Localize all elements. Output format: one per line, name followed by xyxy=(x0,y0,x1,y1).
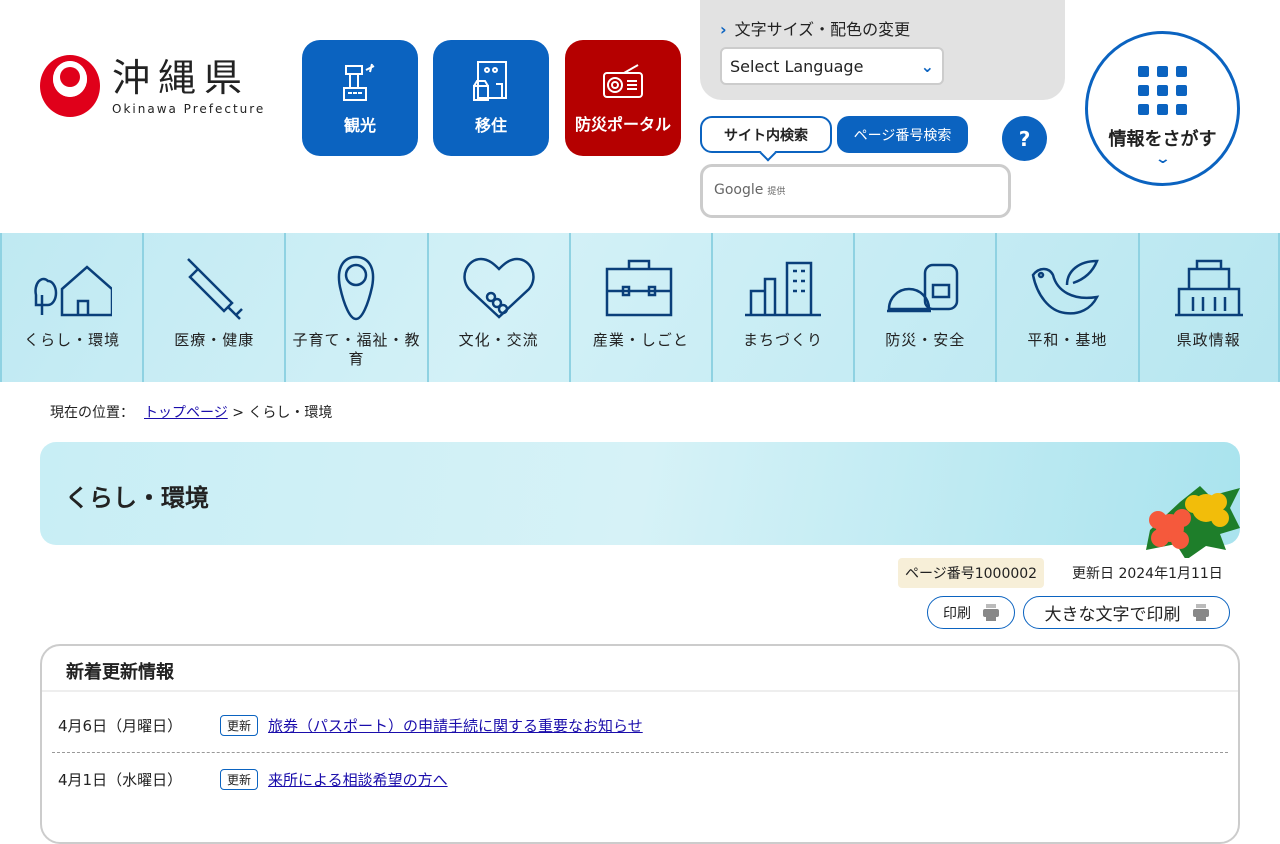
news-item: 4月6日（月曜日） 更新 旅券（パスポート）の申請手続に関する重要なお知らせ xyxy=(52,698,1228,752)
helmet-backpack-icon xyxy=(887,263,959,313)
nav-industry-work[interactable]: 産業・しごと xyxy=(568,233,711,382)
updated-date: 更新日 2024年1月11日 xyxy=(1072,566,1223,582)
breadcrumb-separator: > xyxy=(232,405,244,421)
language-select[interactable]: Select Language ⌄ xyxy=(720,47,944,85)
nav-town-planning[interactable]: まちづくり xyxy=(710,233,853,382)
briefcase-icon xyxy=(605,259,673,317)
update-badge: 更新 xyxy=(220,714,259,736)
news-date: 4月1日（水曜日） xyxy=(58,771,183,789)
nav-label: くらし・環境 xyxy=(24,331,121,349)
news-section: 新着更新情報 4月6日（月曜日） 更新 旅券（パスポート）の申請手続に関する重要なお… xyxy=(40,644,1240,844)
printer-icon xyxy=(983,603,999,622)
nav-living-environment[interactable]: くらし・環境 xyxy=(0,233,142,382)
nav-culture-exchange[interactable]: 文化・交流 xyxy=(426,233,569,382)
logo-subtitle: Okinawa Prefecture xyxy=(112,102,266,116)
nav-peace-bases[interactable]: 平和・基地 xyxy=(995,233,1137,382)
print-large-label: 大きな文字で印刷 xyxy=(1044,605,1181,625)
chevron-down-icon: ⌄ xyxy=(920,56,934,76)
breadcrumb-prefix: 現在の位置： xyxy=(50,405,134,421)
house-building-icon xyxy=(473,61,507,101)
page-title-banner: くらし・環境 xyxy=(40,442,1240,545)
news-item: 4月1日（水曜日） 更新 来所による相談希望の方へ xyxy=(52,752,1228,806)
tourism-label: 観光 xyxy=(343,116,376,135)
find-info-label: 情報をさがす xyxy=(1108,129,1217,150)
relocation-button[interactable]: 移住 xyxy=(433,40,549,156)
update-badge: 更新 xyxy=(220,769,259,790)
disaster-portal-button[interactable]: 防災ポータル xyxy=(565,40,681,156)
tab-page-number-search[interactable]: ページ番号検索 xyxy=(837,116,968,153)
find-info-button[interactable]: 情報をさがす ⌄ xyxy=(1085,31,1240,186)
tab-site-search[interactable]: サイト内検索 xyxy=(700,116,832,153)
handshake-heart-icon xyxy=(463,257,535,319)
nav-label: 平和・基地 xyxy=(1027,331,1108,349)
airport-tower-icon xyxy=(343,63,375,101)
logo-title: 沖縄県 xyxy=(112,56,251,100)
house-tree-icon xyxy=(34,265,113,317)
chevron-down-icon: ⌄ xyxy=(1154,151,1171,167)
language-select-value: Select Language xyxy=(730,56,864,76)
relocation-label: 移住 xyxy=(474,116,507,135)
news-date: 4月6日（月曜日） xyxy=(58,716,183,735)
font-color-settings-link[interactable]: › 文字サイズ・配色の変更 xyxy=(720,16,910,40)
print-label: 印刷 xyxy=(943,605,971,622)
page-title: くらし・環境 xyxy=(65,484,209,512)
breadcrumb-current: くらし・環境 xyxy=(248,405,333,421)
okinawa-emblem-icon xyxy=(40,55,100,117)
dove-icon xyxy=(1032,259,1100,315)
nav-label: まちづくり xyxy=(743,331,824,349)
page-number-badge: ページ番号1000002 xyxy=(898,558,1045,588)
government-building-icon xyxy=(1174,259,1243,317)
nav-medical-health[interactable]: 医療・健康 xyxy=(142,233,284,382)
radio-icon xyxy=(603,64,643,98)
grid-icon xyxy=(1138,66,1187,115)
global-nav: くらし・環境 医療・健康 子育て・福祉・教育 文化・交流 産業・しごと まちづく… xyxy=(0,233,1280,382)
breadcrumb-home-link[interactable]: トップページ xyxy=(144,405,228,421)
breadcrumb: 現在の位置： トップページ > くらし・環境 xyxy=(50,402,332,422)
news-link[interactable]: 旅券（パスポート）の申請手続に関する重要なお知らせ xyxy=(268,715,643,736)
news-link[interactable]: 来所による相談希望の方へ xyxy=(268,769,448,790)
font-color-label: 文字サイズ・配色の変更 xyxy=(734,20,911,39)
site-logo[interactable]: 沖縄県 Okinawa Prefecture xyxy=(40,55,265,117)
printer-icon xyxy=(1192,603,1209,622)
disaster-portal-label: 防災ポータル xyxy=(574,115,671,134)
print-button[interactable]: 印刷 xyxy=(927,596,1015,629)
nav-label: 産業・しごと xyxy=(592,331,689,349)
nav-label: 防災・安全 xyxy=(885,331,966,349)
search-input[interactable]: Google 提供 xyxy=(700,164,1011,218)
provider-suffix: 提供 xyxy=(767,187,786,197)
nav-childcare-welfare-education[interactable]: 子育て・福祉・教育 xyxy=(284,233,426,382)
hibiscus-icon xyxy=(1146,486,1240,558)
google-label: Google xyxy=(714,182,764,198)
news-heading: 新着更新情報 xyxy=(42,646,1238,692)
nav-label: 子育て・福祉・教育 xyxy=(292,331,421,368)
nav-label: 県政情報 xyxy=(1176,331,1241,349)
search-help-button[interactable]: ? xyxy=(1002,116,1047,161)
tourism-button[interactable]: 観光 xyxy=(302,40,418,156)
baby-icon xyxy=(338,255,375,321)
print-large-text-button[interactable]: 大きな文字で印刷 xyxy=(1023,596,1230,629)
nav-label: 医療・健康 xyxy=(174,331,255,349)
nav-disaster-safety[interactable]: 防災・安全 xyxy=(853,233,995,382)
nav-label: 文化・交流 xyxy=(458,331,539,349)
chevron-right-icon: › xyxy=(720,20,727,39)
buildings-icon xyxy=(745,261,822,317)
syringe-icon xyxy=(187,258,244,320)
nav-prefectural-government[interactable]: 県政情報 xyxy=(1137,233,1280,382)
